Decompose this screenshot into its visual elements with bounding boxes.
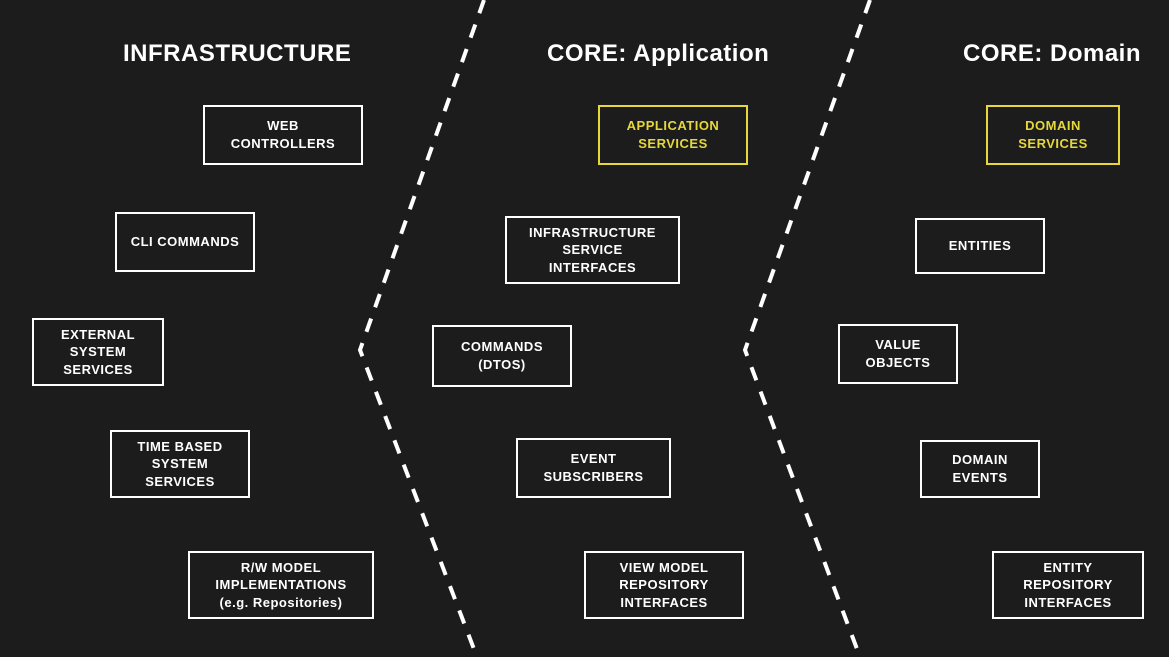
heading-core-domain: CORE: Domain (963, 40, 1141, 68)
box-entities: ENTITIES (915, 218, 1045, 274)
box-value-objects: VALUE OBJECTS (838, 324, 958, 384)
heading-infrastructure: INFRASTRUCTURE (123, 40, 351, 68)
box-domain-services: DOMAIN SERVICES (986, 105, 1120, 165)
heading-core-application: CORE: Application (547, 40, 769, 68)
box-event-subscribers: EVENT SUBSCRIBERS (516, 438, 671, 498)
box-infrastructure-service-interfaces: INFRASTRUCTURE SERVICE INTERFACES (505, 216, 680, 284)
box-entity-repository-interfaces: ENTITY REPOSITORY INTERFACES (992, 551, 1144, 619)
box-cli-commands: CLI COMMANDS (115, 212, 255, 272)
box-commands-dtos: COMMANDS (DTOS) (432, 325, 572, 387)
box-application-services: APPLICATION SERVICES (598, 105, 748, 165)
box-time-based-system-services: TIME BASED SYSTEM SERVICES (110, 430, 250, 498)
architecture-diagram: INFRASTRUCTURE CORE: Application CORE: D… (0, 0, 1169, 657)
box-external-system-services: EXTERNAL SYSTEM SERVICES (32, 318, 164, 386)
box-web-controllers: WEB CONTROLLERS (203, 105, 363, 165)
box-domain-events: DOMAIN EVENTS (920, 440, 1040, 498)
box-rw-model-implementations: R/W MODEL IMPLEMENTATIONS (e.g. Reposito… (188, 551, 374, 619)
box-view-model-repository-interfaces: VIEW MODEL REPOSITORY INTERFACES (584, 551, 744, 619)
